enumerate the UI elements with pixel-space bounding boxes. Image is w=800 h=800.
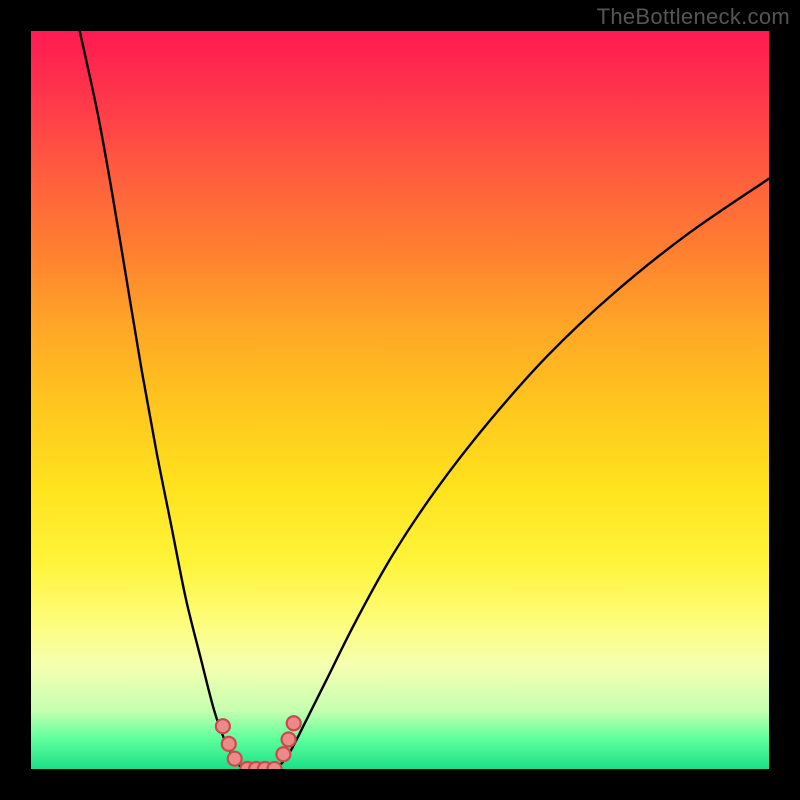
curve-marker [228, 752, 242, 766]
curve-marker [282, 732, 296, 746]
curve-marker [276, 747, 290, 761]
curve-marker [268, 762, 282, 769]
chart-svg [31, 31, 769, 769]
watermark-text: TheBottleneck.com [597, 4, 790, 30]
curve-right-branch [275, 179, 769, 769]
curve-left-branch [80, 31, 245, 769]
curve-marker [216, 719, 230, 733]
curve-group [80, 31, 769, 769]
curve-marker [222, 737, 236, 751]
chart-frame: TheBottleneck.com [0, 0, 800, 800]
curve-markers [216, 716, 301, 769]
chart-plot-area [31, 31, 769, 769]
curve-marker [287, 716, 301, 730]
